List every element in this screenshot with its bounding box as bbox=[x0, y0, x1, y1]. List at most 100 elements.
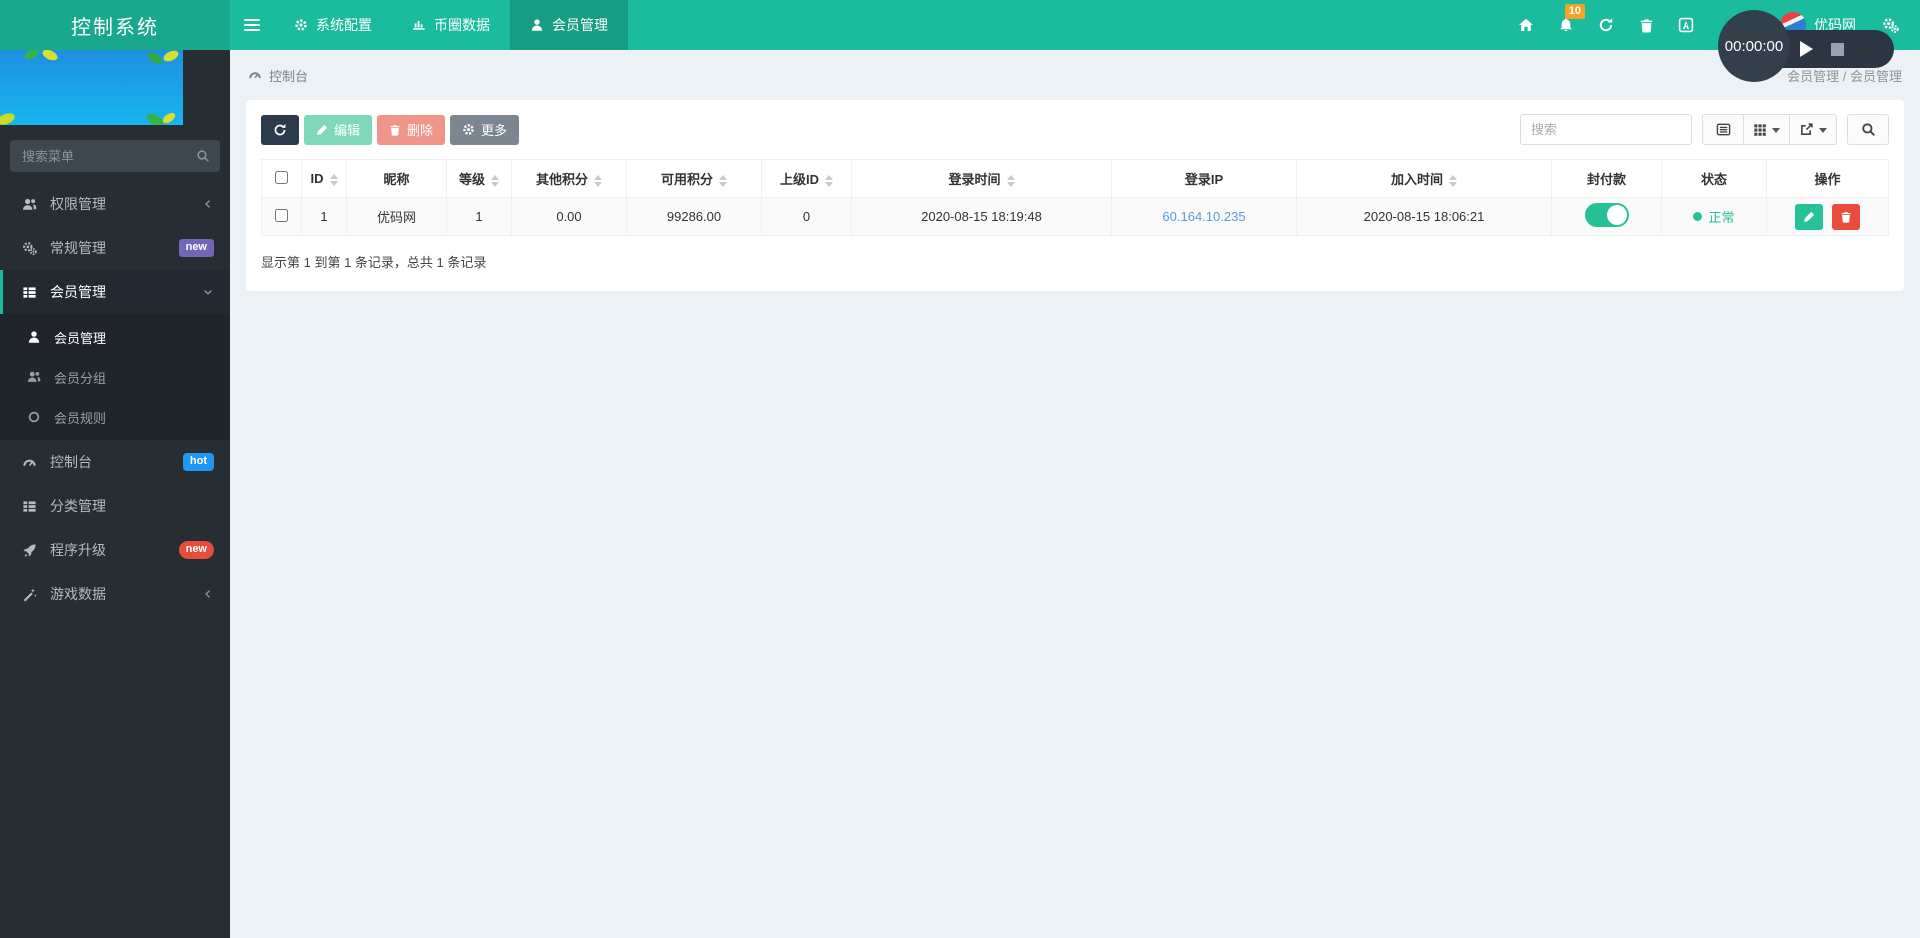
detail-view-button[interactable] bbox=[1702, 114, 1744, 145]
sidebar-item-general-management[interactable]: 常规管理 new bbox=[0, 226, 230, 270]
caret-down-icon bbox=[1819, 127, 1827, 137]
col-header-join-time[interactable]: 加入时间 bbox=[1296, 159, 1552, 198]
pencil-icon[interactable] bbox=[1862, 42, 1876, 56]
row-edit-button[interactable] bbox=[1795, 203, 1824, 230]
cell-payment-toggle bbox=[1551, 197, 1662, 236]
gear-icon bbox=[295, 19, 307, 31]
bar-chart-icon bbox=[413, 20, 425, 30]
col-header-available-points[interactable]: 可用积分 bbox=[626, 159, 762, 198]
cogs-icon bbox=[23, 241, 37, 255]
edit-button[interactable]: 编辑 bbox=[304, 114, 373, 145]
language-button[interactable] bbox=[1666, 0, 1706, 50]
sidebar-subitem-label: 会员规则 bbox=[54, 410, 107, 426]
brand-title[interactable]: 控制系统 bbox=[0, 0, 230, 50]
sidebar-item-game-data[interactable]: 游戏数据 bbox=[0, 572, 230, 616]
sidebar-item-label: 程序升级 bbox=[50, 542, 106, 558]
circle-outline-icon bbox=[28, 411, 40, 423]
member-management-submenu: 会员管理 会员分组 会员规则 bbox=[0, 314, 230, 440]
trash-icon bbox=[1841, 211, 1851, 223]
breadcrumb-dashboard[interactable]: 控制台 bbox=[248, 66, 308, 85]
leaf-decoration bbox=[24, 50, 58, 61]
search-toggle-button[interactable] bbox=[1847, 114, 1889, 145]
cell-join-time: 2020-08-15 18:06:21 bbox=[1296, 197, 1552, 236]
recorder-timer[interactable]: 00:00:00 bbox=[1718, 10, 1790, 82]
play-icon[interactable] bbox=[1800, 41, 1813, 57]
cell-level: 1 bbox=[446, 197, 512, 236]
sidebar-item-program-upgrade[interactable]: 程序升级 new bbox=[0, 528, 230, 572]
table-search-input[interactable] bbox=[1520, 114, 1692, 145]
top-navigation: 系统配置 币圈数据 会员管理 bbox=[230, 0, 1506, 50]
sidebar-subitem-member-rules[interactable]: 会员规则 bbox=[0, 397, 230, 437]
tab-label: 会员管理 bbox=[552, 17, 608, 33]
members-table: ID 昵称 等级 其他积分 可用积分 上级ID 登录时间 登录IP 加入时间 封… bbox=[261, 159, 1889, 236]
row-delete-button[interactable] bbox=[1831, 203, 1860, 230]
sort-icon bbox=[491, 174, 499, 187]
col-header-parent-id[interactable]: 上级ID bbox=[761, 159, 852, 198]
home-button[interactable] bbox=[1506, 0, 1546, 50]
col-header-level[interactable]: 等级 bbox=[446, 159, 512, 198]
payment-toggle[interactable] bbox=[1584, 203, 1629, 227]
sidebar-search bbox=[10, 140, 220, 172]
sidebar-item-label: 控制台 bbox=[50, 454, 92, 470]
row-select-cell bbox=[261, 197, 302, 236]
menu-search-input[interactable] bbox=[10, 140, 220, 172]
sidebar-item-label: 游戏数据 bbox=[50, 586, 106, 602]
sidebar-subitem-member-management[interactable]: 会员管理 bbox=[0, 317, 230, 357]
breadcrumb-label: 控制台 bbox=[269, 68, 309, 84]
col-header-id[interactable]: ID bbox=[301, 159, 347, 198]
screen-recorder-widget: 00:00:00 bbox=[1718, 10, 1894, 86]
cell-login-time: 2020-08-15 18:19:48 bbox=[851, 197, 1112, 236]
sidebar-item-member-management[interactable]: 会员管理 bbox=[0, 270, 230, 314]
gear-icon bbox=[463, 124, 474, 135]
clear-cache-button[interactable] bbox=[1626, 0, 1666, 50]
row-checkbox[interactable] bbox=[275, 208, 288, 222]
caret-down-icon bbox=[1772, 127, 1780, 137]
content-panel: 编辑 删除 更多 搜索 ID 昵称 等级 其他积分 可用积分 上级ID 登录时间… bbox=[246, 100, 1904, 291]
list-alt-icon bbox=[1716, 123, 1730, 136]
tab-coin-data[interactable]: 币圈数据 bbox=[392, 0, 510, 50]
recorder-time-label: 00:00:00 bbox=[1724, 37, 1784, 55]
delete-button[interactable]: 删除 bbox=[377, 114, 446, 145]
select-all-checkbox-header[interactable] bbox=[261, 159, 302, 198]
list-icon bbox=[23, 286, 36, 298]
col-header-other-points[interactable]: 其他积分 bbox=[511, 159, 627, 198]
new-badge: new bbox=[178, 541, 214, 559]
leaf-decoration bbox=[0, 113, 15, 125]
export-button[interactable] bbox=[1790, 114, 1837, 145]
main-content: 控制台 会员管理 / 会员管理 编辑 删除 更多 搜索 ID 昵称 等级 其他积… bbox=[230, 50, 1920, 938]
bell-icon bbox=[1560, 18, 1572, 32]
sidebar-item-dashboard[interactable]: 控制台 hot bbox=[0, 440, 230, 484]
more-button[interactable]: 更多 bbox=[450, 114, 520, 145]
list-icon bbox=[23, 500, 36, 512]
tab-member-management[interactable]: 会员管理 bbox=[510, 0, 628, 50]
columns-button[interactable] bbox=[1744, 114, 1790, 145]
notifications-button[interactable]: 10 bbox=[1546, 0, 1586, 50]
col-header-login-time[interactable]: 登录时间 bbox=[851, 159, 1112, 198]
stop-icon[interactable] bbox=[1831, 42, 1844, 56]
sort-icon bbox=[719, 174, 727, 187]
refresh-button[interactable] bbox=[261, 114, 299, 145]
cell-nickname: 优码网 bbox=[346, 197, 447, 236]
cell-id: 1 bbox=[301, 197, 347, 236]
cell-parent-id: 0 bbox=[761, 197, 852, 236]
select-all-checkbox[interactable] bbox=[275, 170, 288, 184]
pencil-icon bbox=[317, 124, 328, 135]
chevron-left-icon bbox=[205, 200, 210, 208]
sidebar-subitem-member-groups[interactable]: 会员分组 bbox=[0, 357, 230, 397]
status-dot-icon bbox=[1693, 212, 1703, 221]
sidebar-item-category-management[interactable]: 分类管理 bbox=[0, 484, 230, 528]
users-icon bbox=[27, 371, 41, 382]
sidebar-toggle-button[interactable] bbox=[230, 0, 274, 50]
refresh-button[interactable] bbox=[1586, 0, 1626, 50]
table-row: 1 优码网 1 0.00 99286.00 0 2020-08-15 18:19… bbox=[261, 197, 1889, 236]
sidebar-banner-image bbox=[0, 50, 183, 125]
tab-system-config[interactable]: 系统配置 bbox=[274, 0, 392, 50]
sidebar-item-permission-management[interactable]: 权限管理 bbox=[0, 182, 230, 226]
language-icon bbox=[1678, 17, 1694, 33]
sidebar: 权限管理 常规管理 new 会员管理 会员管理 会员分组 会员规则 bbox=[0, 50, 230, 938]
leaf-decoration bbox=[147, 50, 179, 64]
dashboard-icon bbox=[23, 459, 36, 466]
col-header-login-ip: 登录IP bbox=[1111, 159, 1297, 198]
dashboard-icon bbox=[249, 72, 261, 79]
topbar: 控制系统 系统配置 币圈数据 会员管理 10 优码网 bbox=[0, 0, 1920, 50]
